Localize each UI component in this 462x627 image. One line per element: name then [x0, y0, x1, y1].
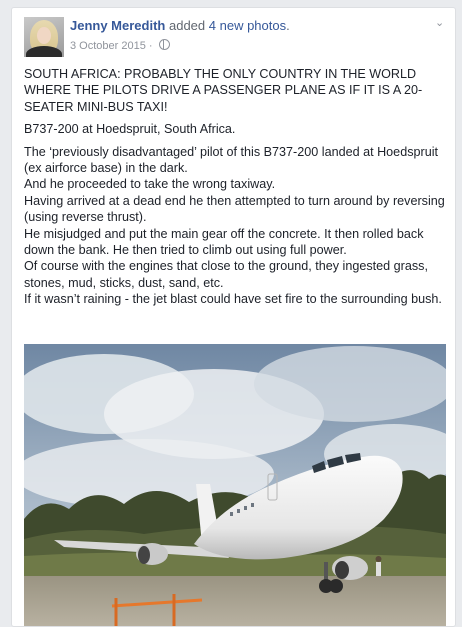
globe-icon[interactable] [158, 39, 170, 50]
post-photo[interactable] [24, 344, 446, 626]
chevron-down-icon[interactable]: ⌄ [435, 18, 445, 29]
action-prefix: added [168, 18, 206, 33]
post-text: SOUTH AFRICA: PROBABLY THE ONLY COUNTRY … [24, 66, 448, 308]
action-link[interactable]: 4 new photos [209, 18, 286, 33]
post-date[interactable]: 3 October 2015 [70, 40, 146, 52]
post-line: If it wasn’t raining - the jet blast cou… [24, 292, 442, 307]
post-line: He misjudged and put the main gear off t… [24, 226, 424, 258]
post-subtitle: B737-200 at Hoedspruit, South Africa. [24, 122, 236, 137]
meta-separator: · [148, 40, 153, 52]
post-headline: SOUTH AFRICA: PROBABLY THE ONLY COUNTRY … [24, 67, 423, 114]
avatar[interactable] [24, 17, 64, 57]
author-name[interactable]: Jenny Meredith [70, 18, 165, 33]
post-line: Of course with the engines that close to… [24, 259, 428, 290]
feed-post: Jenny Meredith added 4 new photos. 3 Oct… [11, 7, 456, 627]
post-meta: 3 October 2015 · [70, 39, 170, 52]
avatar-face [37, 27, 51, 44]
action-suffix: . [286, 18, 290, 33]
post-lines: The ‘previously disadvantaged’ pilot of … [24, 144, 448, 308]
airplane-photo [24, 344, 446, 626]
post-line: And he proceeded to take the wrong taxiw… [24, 177, 276, 192]
avatar-shoulders [26, 46, 62, 57]
post-header: Jenny Meredith added 4 new photos. [70, 18, 290, 33]
post-line: The ‘previously disadvantaged’ pilot of … [24, 144, 438, 176]
post-line: Having arrived at a dead end he then att… [24, 193, 445, 225]
